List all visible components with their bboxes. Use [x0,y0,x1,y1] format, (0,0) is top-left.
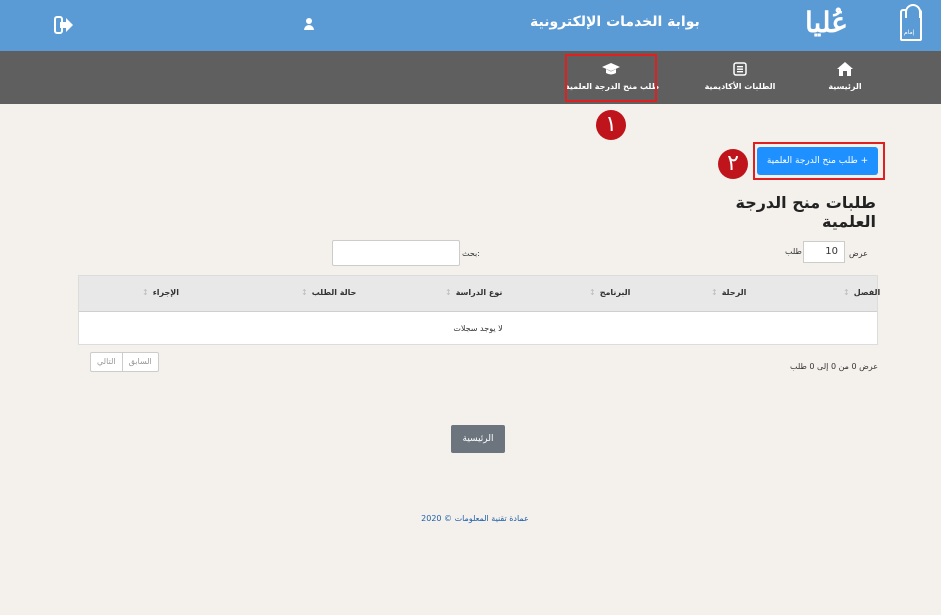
sort-icon: ↕ [589,288,596,297]
previous-page-button[interactable]: السابق [123,353,158,371]
top-header: إمام عُليا بوابة الخدمات الإلكترونية [0,0,941,51]
column-header-study-type[interactable]: ↕ نوع الدراسة [445,288,502,297]
footer-text: عمادة تقنية المعلومات © 2020 [421,514,529,523]
sort-icon: ↕ [445,288,452,297]
page-title: طلبات منح الدرجة العلمية [735,193,876,231]
nav-academic-label: الطلبات الأكاديمية [704,82,776,91]
nav-academic-requests[interactable]: الطلبات الأكاديمية [700,51,780,104]
brand-logo: عُليا [805,6,848,39]
column-header-status[interactable]: ↕ حالة الطلب [301,288,356,297]
nav-highlight-annotation [565,54,657,102]
sort-icon: ↕ [843,288,850,297]
length-show-label: عرض [849,249,868,258]
column-header-trip[interactable]: ↕ الرحلة [711,288,746,297]
sort-icon: ↕ [711,288,718,297]
next-page-button[interactable]: التالي [91,353,122,371]
requests-table: ↕ الفصل ↕ الرحلة ↕ البرنامج ↕ نوع الدراسة ↕ ح… [78,275,880,345]
step-marker-1: ١ [596,110,626,140]
column-header-program[interactable]: ↕ البرنامج [589,288,630,297]
table-header: ↕ الفصل ↕ الرحلة ↕ البرنامج ↕ نوع الدراسة ↕ ح… [79,276,880,312]
home-button[interactable]: الرئيسية [451,425,505,453]
university-emblem-icon: إمام [900,4,922,41]
page-length-select[interactable]: 10 [803,241,845,263]
search-input[interactable] [332,240,460,266]
user-icon[interactable] [303,18,315,32]
search-label: بحث: [462,249,480,258]
column-header-action[interactable]: ↕ الإجراء [142,288,179,297]
nav-home-label: الرئيسية [828,82,862,91]
sort-icon: ↕ [301,288,308,297]
sort-icon: ↕ [142,288,149,297]
empty-row: لا يوجد سجلات [453,324,503,333]
nav-home[interactable]: الرئيسية [815,51,875,104]
logout-icon[interactable] [54,16,74,34]
home-icon [815,60,875,82]
list-icon [700,60,780,82]
main-nav: الرئيسية الطلبات الأكاديمية طلب منح الدر… [0,51,941,104]
add-degree-request-button[interactable]: طلب منح الدرجة العلمية + [757,147,878,175]
table-info-text: عرض 0 من 0 إلى 0 طلب [790,362,878,371]
column-header-semester[interactable]: ↕ الفصل [843,288,880,297]
portal-title: بوابة الخدمات الإلكترونية [530,14,700,30]
length-suffix-label: طلب [785,247,802,256]
step-marker-2: ٢ [718,149,748,179]
pagination: التالي السابق [90,352,159,372]
